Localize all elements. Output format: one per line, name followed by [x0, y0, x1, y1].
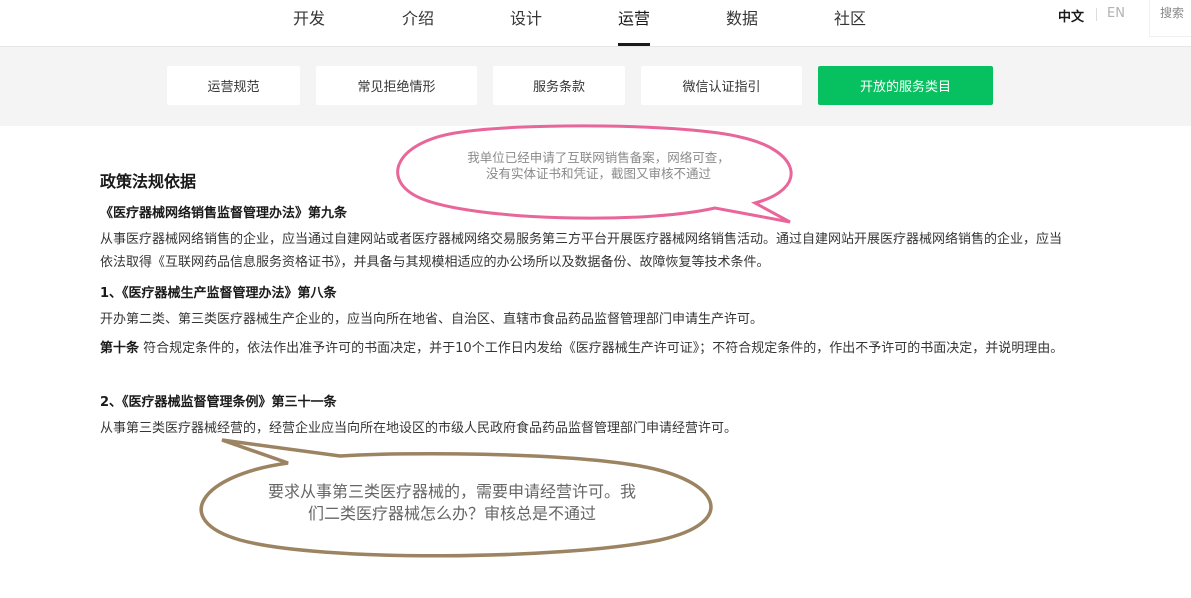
annotation-bubble-2-text: 要求从事第三类医疗器械的，需要申请经营许可。我们二类医疗器械怎么办？审核总是不通… — [267, 482, 636, 523]
